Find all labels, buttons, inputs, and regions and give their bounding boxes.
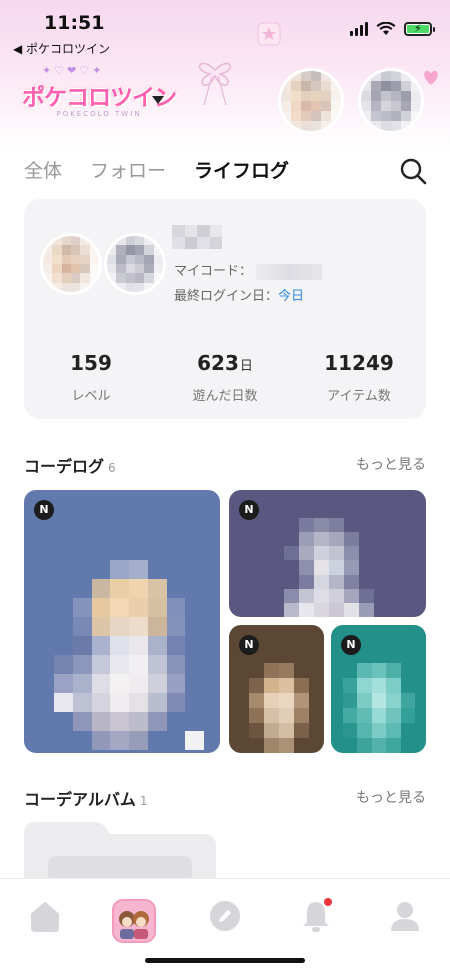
cellular-signal-icon xyxy=(350,22,368,36)
ribbon-decoration-icon xyxy=(198,62,232,106)
last-login-value: 今日 xyxy=(278,289,305,304)
tab-follow[interactable]: フォロー xyxy=(90,156,166,183)
tab-all[interactable]: 全体 xyxy=(24,156,62,183)
nav-avatar[interactable] xyxy=(112,899,156,943)
code-log-tile-3[interactable]: N xyxy=(229,625,324,753)
new-badge: N xyxy=(239,500,259,520)
feed-tabs: 全体 フォロー ライフログ xyxy=(24,156,317,183)
profile-stats: 159 レベル 623日 遊んだ日数 11249 アイテム数 xyxy=(24,351,426,404)
star-decoration-icon xyxy=(257,22,281,46)
stat-days-unit: 日 xyxy=(239,359,253,374)
profile-icon xyxy=(391,902,419,931)
back-to-app-link[interactable]: ◀ ポケコロツイン xyxy=(13,40,110,57)
chevron-down-icon[interactable] xyxy=(152,96,164,104)
search-icon[interactable] xyxy=(398,156,428,186)
coordinate-thumbnail xyxy=(343,663,415,753)
code-album-more-link[interactable]: もっと見る xyxy=(356,787,426,807)
stat-items-label: アイテム数 xyxy=(327,389,391,404)
header-avatar-1[interactable] xyxy=(278,68,344,134)
profile-card[interactable]: マイコード： 最終ログイン日：今日 159 レベル 623日 遊んだ日数 112… xyxy=(24,199,426,419)
code-log-tile-4[interactable]: N xyxy=(331,625,426,753)
coordinate-thumbnail xyxy=(54,560,204,750)
profile-avatar-1 xyxy=(40,233,102,295)
new-badge: N xyxy=(239,635,259,655)
coordinate-thumbnail xyxy=(284,518,374,617)
home-icon xyxy=(31,902,59,932)
pencil-icon xyxy=(210,901,240,931)
last-login-label: 最終ログイン日： xyxy=(174,289,279,304)
tab-lifelog[interactable]: ライフログ xyxy=(194,156,289,183)
code-log-title: コーデログ 6 xyxy=(24,457,116,476)
code-log-tile-1[interactable]: N xyxy=(24,490,220,753)
header-avatar-2[interactable] xyxy=(358,68,424,134)
username-blurred xyxy=(172,225,222,249)
my-code-row: マイコード： xyxy=(174,260,323,280)
stat-days-played: 623日 遊んだ日数 xyxy=(158,351,292,404)
wifi-icon xyxy=(376,22,396,35)
status-icons: ⚡ xyxy=(350,22,435,36)
status-time: 11:51 xyxy=(44,12,105,34)
stat-items-value: 11249 xyxy=(324,351,394,375)
stat-items: 11249 アイテム数 xyxy=(292,351,426,404)
stat-level-label: レベル xyxy=(71,389,111,404)
battery-charging-icon: ⚡ xyxy=(404,22,435,36)
nav-home[interactable] xyxy=(26,897,64,935)
logo-hearts: ✦♡❤♡✦ xyxy=(42,64,105,77)
nav-post[interactable] xyxy=(206,897,244,935)
stat-days-label: 遊んだ日数 xyxy=(192,389,258,404)
notification-dot xyxy=(324,898,332,906)
nav-profile[interactable] xyxy=(386,897,424,935)
logo-text: ポケコロツイン xyxy=(22,85,177,111)
profile-avatar-2 xyxy=(104,233,166,295)
code-album-title: コーデアルバム 1 xyxy=(24,790,148,809)
code-log-tile-2[interactable]: N xyxy=(229,490,426,617)
nav-notifications[interactable] xyxy=(297,897,335,935)
stat-days-value: 623 xyxy=(197,351,239,375)
code-log-more-link[interactable]: もっと見る xyxy=(356,454,426,474)
last-login-row: 最終ログイン日：今日 xyxy=(174,285,304,304)
code-album-count: 1 xyxy=(139,794,148,808)
avatar-icon xyxy=(112,899,156,943)
stat-level: 159 レベル xyxy=(24,351,158,404)
new-badge: N xyxy=(34,500,54,520)
my-code-value-blurred xyxy=(256,263,323,280)
bell-icon xyxy=(303,898,332,932)
coordinate-thumbnail xyxy=(249,663,309,753)
album-folder-thumbnail[interactable] xyxy=(24,822,216,882)
my-code-label: マイコード： xyxy=(174,264,253,279)
code-log-count: 6 xyxy=(108,461,116,475)
new-badge: N xyxy=(341,635,361,655)
heart-decoration-icon xyxy=(424,70,438,85)
stat-level-value: 159 xyxy=(70,351,112,375)
home-indicator xyxy=(145,958,305,963)
